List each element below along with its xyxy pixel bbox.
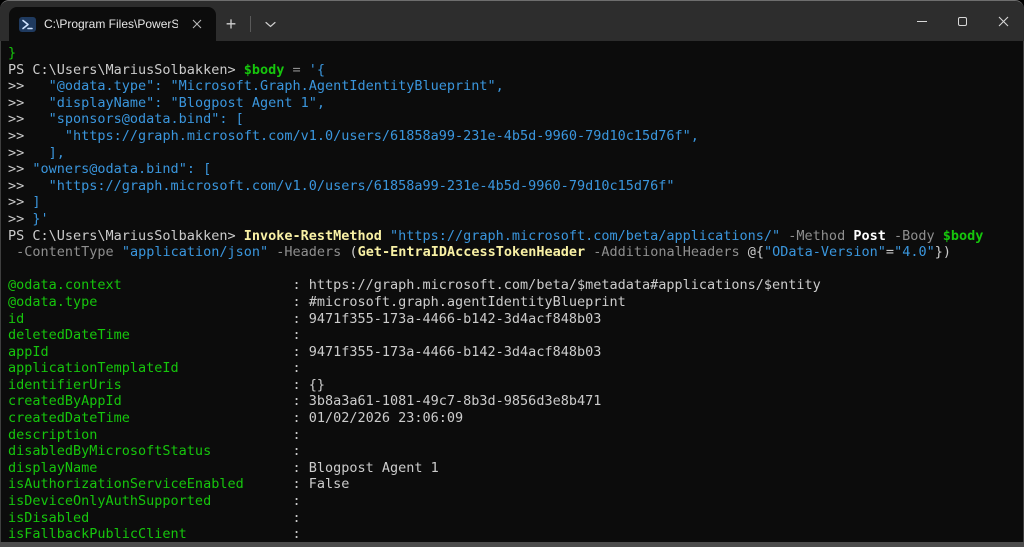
terminal-line: >> ], bbox=[8, 145, 1016, 162]
terminal-output[interactable]: }PS C:\Users\MariusSolbakken> $body = '{… bbox=[0, 41, 1024, 543]
terminal-line: >> "owners@odata.bind": [ bbox=[8, 161, 1016, 178]
terminal-line: >> }' bbox=[8, 211, 1016, 228]
terminal-window: C:\Program Files\PowerShell\ + bbox=[0, 0, 1024, 547]
window-bottom-edge bbox=[0, 542, 1024, 547]
terminal-line: >> ] bbox=[8, 194, 1016, 211]
close-icon bbox=[998, 16, 1009, 27]
tabbar-divider bbox=[250, 16, 251, 32]
minimize-icon bbox=[917, 21, 927, 22]
terminal-line: >> "sponsors@odata.bind": [ bbox=[8, 111, 1016, 128]
chevron-down-icon bbox=[265, 21, 276, 28]
terminal-line: @odata.context : https://graph.microsoft… bbox=[8, 277, 1016, 294]
maximize-icon bbox=[958, 17, 967, 26]
terminal-line: createdByAppId : 3b8a3a61-1081-49c7-8b3d… bbox=[8, 393, 1016, 410]
terminal-line: >> "displayName": "Blogpost Agent 1", bbox=[8, 95, 1016, 112]
plus-icon: + bbox=[226, 15, 237, 33]
maximize-button[interactable] bbox=[942, 1, 983, 41]
tab-powershell[interactable]: C:\Program Files\PowerShell\ bbox=[9, 7, 216, 41]
terminal-line: PS C:\Users\MariusSolbakken> Invoke-Rest… bbox=[8, 228, 1016, 245]
terminal-line bbox=[8, 261, 1016, 278]
terminal-line: disabledByMicrosoftStatus : bbox=[8, 443, 1016, 460]
close-icon bbox=[192, 19, 202, 29]
terminal-line: -ContentType "application/json" -Headers… bbox=[8, 244, 1016, 261]
terminal-line: @odata.type : #microsoft.graph.agentIden… bbox=[8, 294, 1016, 311]
terminal-line: description : bbox=[8, 427, 1016, 444]
powershell-icon bbox=[19, 17, 36, 32]
tab-close-button[interactable] bbox=[186, 13, 208, 35]
terminal-line: } bbox=[8, 45, 1016, 62]
terminal-line: PS C:\Users\MariusSolbakken> $body = '{ bbox=[8, 62, 1016, 79]
terminal-line: createdDateTime : 01/02/2026 23:06:09 bbox=[8, 410, 1016, 427]
terminal-line: deletedDateTime : bbox=[8, 327, 1016, 344]
minimize-button[interactable] bbox=[901, 1, 942, 41]
titlebar[interactable]: C:\Program Files\PowerShell\ + bbox=[0, 1, 1024, 41]
terminal-line: isDisabled : bbox=[8, 510, 1016, 527]
terminal-line: isFallbackPublicClient : bbox=[8, 526, 1016, 543]
tab-dropdown-button[interactable] bbox=[255, 10, 285, 38]
terminal-line: id : 9471f355-173a-4466-b142-3d4acf848b0… bbox=[8, 311, 1016, 328]
terminal-line: >> "@odata.type": "Microsoft.Graph.Agent… bbox=[8, 78, 1016, 95]
terminal-line: appId : 9471f355-173a-4466-b142-3d4acf84… bbox=[8, 344, 1016, 361]
terminal-line: applicationTemplateId : bbox=[8, 360, 1016, 377]
caption-buttons bbox=[901, 1, 1024, 41]
terminal-line: displayName : Blogpost Agent 1 bbox=[8, 460, 1016, 477]
terminal-line: >> "https://graph.microsoft.com/v1.0/use… bbox=[8, 178, 1016, 195]
terminal-line: >> "https://graph.microsoft.com/v1.0/use… bbox=[8, 128, 1016, 145]
terminal-line: identifierUris : {} bbox=[8, 377, 1016, 394]
close-button[interactable] bbox=[983, 1, 1024, 41]
terminal-line: isDeviceOnlyAuthSupported : bbox=[8, 493, 1016, 510]
new-tab-button[interactable]: + bbox=[216, 10, 246, 38]
tab-title: C:\Program Files\PowerShell\ bbox=[44, 17, 178, 31]
terminal-line: isAuthorizationServiceEnabled : False bbox=[8, 476, 1016, 493]
